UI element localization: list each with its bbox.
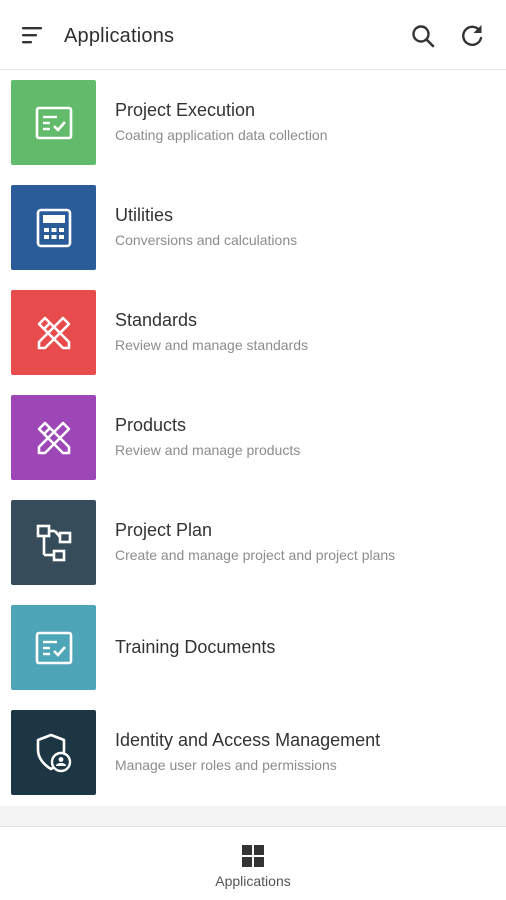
menu-icon — [22, 27, 42, 44]
app-subtitle: Create and manage project and project pl… — [115, 547, 396, 563]
search-icon — [412, 25, 435, 48]
nav-item-applications[interactable]: Applications — [203, 837, 303, 893]
app-subtitle: Conversions and calculations — [115, 232, 298, 248]
list-item-project-plan[interactable]: Project Plan Create and manage project a… — [0, 491, 506, 596]
search-button[interactable] — [407, 20, 439, 52]
app-screen: Applications Project Execution Coating a… — [0, 0, 506, 900]
checklist-icon — [35, 106, 72, 139]
grid-icon — [242, 845, 264, 867]
refresh-button[interactable] — [456, 20, 488, 52]
list-item-project-execution[interactable]: Project Execution Coating application da… — [0, 71, 506, 176]
page-title: Applications — [64, 25, 175, 47]
app-tile — [11, 500, 96, 585]
workflow-icon — [36, 524, 71, 561]
list-item-training-documents[interactable]: Training Documents — [0, 596, 506, 701]
list-item-identity-access-management[interactable]: Identity and Access Management Manage us… — [0, 701, 506, 806]
checklist-icon — [35, 631, 72, 664]
shield-user-icon — [36, 733, 71, 772]
app-title: Utilities — [115, 205, 174, 225]
design-tools-icon — [37, 421, 70, 454]
app-title: Project Execution — [115, 100, 256, 120]
menu-button[interactable] — [18, 22, 46, 48]
app-subtitle: Manage user roles and permissions — [115, 757, 337, 773]
app-title: Project Plan — [115, 520, 213, 540]
list-item-standards[interactable]: Standards Review and manage standards — [0, 281, 506, 386]
design-tools-icon — [37, 316, 70, 349]
refresh-icon — [462, 25, 483, 47]
bottom-navigation: Applications — [0, 826, 506, 900]
applications-list: Project Execution Coating application da… — [0, 71, 506, 806]
app-tile — [11, 185, 96, 270]
app-tile — [11, 395, 96, 480]
app-title: Standards — [115, 310, 198, 330]
nav-label: Applications — [215, 873, 291, 889]
calculator-icon — [36, 208, 71, 247]
app-subtitle: Review and manage standards — [115, 337, 309, 353]
app-subtitle: Review and manage products — [115, 442, 301, 458]
list-item-utilities[interactable]: Utilities Conversions and calculations — [0, 176, 506, 281]
app-tile — [11, 80, 96, 165]
app-title: Products — [115, 415, 187, 435]
app-tile — [11, 290, 96, 375]
app-subtitle: Coating application data collection — [115, 127, 328, 143]
list-item-products[interactable]: Products Review and manage products — [0, 386, 506, 491]
list-footer-divider — [0, 806, 506, 826]
top-app-bar: Applications — [0, 0, 506, 70]
app-title: Training Documents — [115, 637, 276, 657]
app-tile — [11, 605, 96, 690]
app-tile — [11, 710, 96, 795]
app-title: Identity and Access Management — [115, 730, 381, 750]
